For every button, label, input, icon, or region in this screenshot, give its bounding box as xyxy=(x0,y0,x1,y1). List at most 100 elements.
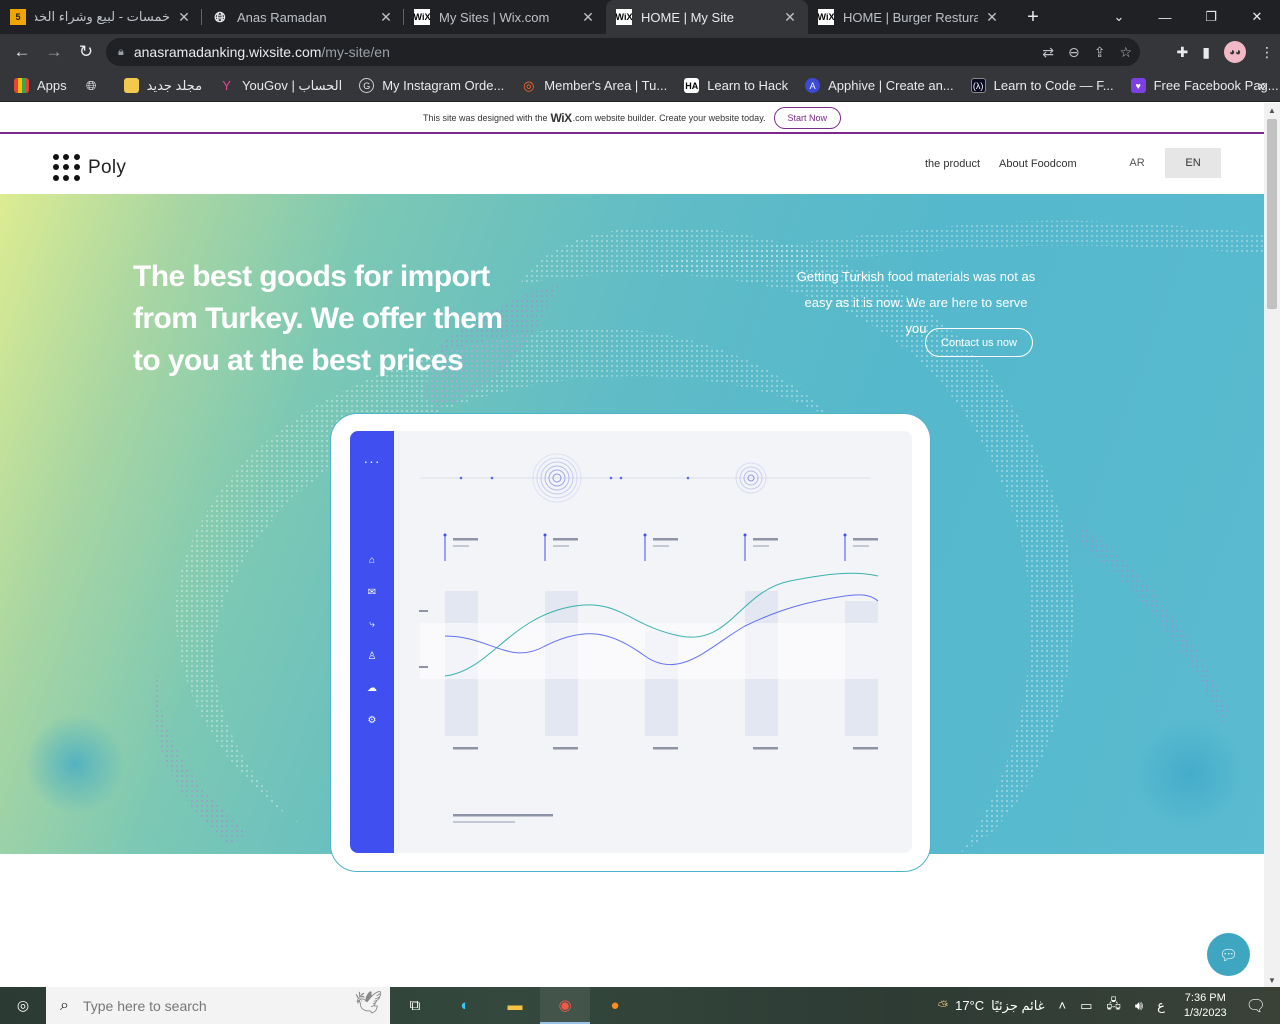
zoom-icon[interactable]: ⊖ xyxy=(1068,44,1080,61)
scroll-down-arrow-icon[interactable]: ▼ xyxy=(1264,973,1280,987)
code-icon: (λ) xyxy=(970,78,986,93)
bookmark-learn-to-code[interactable]: (λ) Learn to Code — F... xyxy=(970,78,1114,93)
bookmark-globe[interactable]: 🌐︎ xyxy=(84,78,107,93)
taskbar-clock[interactable]: 7:36 PM 1/3/2023 xyxy=(1184,991,1227,1021)
volume-icon[interactable]: 🔊︎ xyxy=(1135,998,1143,1014)
logo-dots-icon xyxy=(53,154,81,182)
address-bar[interactable]: 🔒︎ anasramadanking.wixsite.com /my-site/… xyxy=(106,38,1140,66)
firefox-icon[interactable]: ● xyxy=(590,987,640,1024)
weather-temperature[interactable]: 17°C xyxy=(955,998,984,1013)
language-en[interactable]: EN xyxy=(1165,148,1221,178)
tab-home-my-site[interactable]: WiX HOME | My Site ✕ xyxy=(606,0,808,34)
restore-button[interactable]: ❐ xyxy=(1188,0,1234,34)
input-language-indicator[interactable]: ع xyxy=(1157,998,1165,1014)
profile-avatar[interactable]: ◕◕ xyxy=(1224,41,1246,63)
file-explorer-icon[interactable]: ▬ xyxy=(490,987,540,1024)
wix-banner-suffix: .com website builder. Create your websit… xyxy=(572,112,766,123)
instagram-orders-icon: G xyxy=(359,78,375,93)
heart-icon: ♥ xyxy=(1130,78,1146,93)
reload-icon[interactable]: ↻ xyxy=(70,36,102,68)
wix-logo: WiX xyxy=(550,110,573,125)
network-icon[interactable]: 🖧︎ xyxy=(1106,995,1121,1017)
close-tab-icon[interactable]: ✕ xyxy=(378,9,394,26)
extensions-puzzle-icon[interactable]: ✚ xyxy=(1177,44,1189,61)
start-now-button[interactable]: Start Now xyxy=(773,106,842,129)
side-panel-icon[interactable]: ▮ xyxy=(1202,44,1210,61)
chrome-icon[interactable]: ◉ xyxy=(540,987,590,1024)
scroll-up-arrow-icon[interactable]: ▲ xyxy=(1264,103,1280,117)
bookmark-apps[interactable]: Apps xyxy=(14,78,67,93)
bookmark-apphive[interactable]: A Apphive | Create an... xyxy=(805,78,954,93)
tab-khamsat[interactable]: 5 خمسات - لبيع وشراء الخدمات ✕ xyxy=(0,0,202,34)
folder-icon xyxy=(123,78,139,93)
bookmark-label: Member's Area | Tu... xyxy=(544,78,668,93)
wix-favicon-icon: WiX xyxy=(414,9,430,25)
close-tab-icon[interactable]: ✕ xyxy=(782,9,798,26)
yougov-icon: Y xyxy=(222,78,231,93)
bookmark-learn-to-hack[interactable]: HA Learn to Hack xyxy=(684,78,788,93)
menu-item-about-foodcom[interactable]: About Foodcom xyxy=(999,158,1077,170)
new-tab-button[interactable]: + xyxy=(1016,0,1050,34)
close-window-button[interactable]: ✕ xyxy=(1234,0,1280,34)
tab-title: خمسات - لبيع وشراء الخدمات xyxy=(35,9,170,24)
close-tab-icon[interactable]: ✕ xyxy=(580,9,596,26)
translate-icon[interactable]: ⇄ xyxy=(1042,44,1054,61)
cortana-icon[interactable]: ◎ xyxy=(0,987,46,1024)
share-icon[interactable]: ⇪ xyxy=(1094,44,1106,61)
wix-banner: This site was designed with the WiX .com… xyxy=(0,103,1264,134)
tab-search-chevron-icon[interactable]: ⌄ xyxy=(1096,0,1142,34)
page-scrollbar[interactable]: ▲ ▼ xyxy=(1264,103,1280,987)
meet-now-icon[interactable]: ▭ xyxy=(1080,998,1092,1014)
search-highlight-bird-icon: 🕊︎ xyxy=(354,990,382,1015)
bookmark-label: Learn to Hack xyxy=(707,78,789,93)
weather-description[interactable]: غائم جزئيًا xyxy=(991,998,1044,1014)
edge-browser-icon[interactable]: ◐ xyxy=(440,987,490,1024)
dashboard-mockup-image: ··· ⌂ ✉ ⤷ ♙ ☁ ⚙ xyxy=(331,414,930,871)
bookmark-star-icon[interactable]: ☆ xyxy=(1119,44,1132,61)
bookmark-instagram-orders[interactable]: G My Instagram Orde... xyxy=(359,78,504,93)
close-tab-icon[interactable]: ✕ xyxy=(176,9,192,26)
menu-item-the-product[interactable]: the product xyxy=(925,158,980,170)
site-header: Poly the product About Foodcom AR EN xyxy=(0,136,1264,194)
language-ar[interactable]: AR xyxy=(1109,148,1165,178)
lock-icon[interactable]: 🔒︎ xyxy=(118,46,124,59)
menu-kebab-icon[interactable]: ⋮ xyxy=(1260,44,1274,61)
bookmark-members-area[interactable]: ◎ Member's Area | Tu... xyxy=(521,78,668,94)
notifications-icon[interactable]: 🗨︎ xyxy=(1246,996,1266,1016)
bookmark-facebook-pages[interactable]: ♥ Free Facebook Pag... xyxy=(1130,78,1279,93)
search-icon: ⌕ xyxy=(60,996,69,1014)
back-arrow-icon[interactable]: ← xyxy=(6,36,38,68)
browser-tab-strip: 5 خمسات - لبيع وشراء الخدمات ✕ 🌐︎ Anas R… xyxy=(0,0,1280,34)
chat-button[interactable]: 💬︎ xyxy=(1207,933,1250,976)
bookmarks-overflow-icon[interactable]: » xyxy=(1258,77,1266,93)
weather-cloud-icon[interactable]: ⛅︎ xyxy=(938,998,948,1014)
tab-burger-resturant[interactable]: WiX HOME | Burger Resturant ✕ xyxy=(808,0,1010,34)
clock-date: 1/3/2023 xyxy=(1183,1006,1227,1019)
tray-overflow-chevron-icon[interactable]: ˄ xyxy=(1059,998,1067,1013)
tab-title: HOME | My Site xyxy=(641,9,734,25)
hack-icon: HA xyxy=(684,78,700,93)
forward-arrow-icon[interactable]: → xyxy=(38,36,70,68)
windows-taskbar: ◎ ⌕ Type here to search 🕊︎ ⧉ ◐ ▬ ◉ ● ⛅︎ … xyxy=(0,987,1280,1024)
dashboard-illustration xyxy=(419,453,879,823)
bookmark-label: مجلد جديد xyxy=(146,77,203,93)
system-tray: ⛅︎ 17°C غائم جزئيًا ˄ ▭ 🖧︎ 🔊︎ ع 7:36 PM … xyxy=(931,987,1280,1024)
bookmark-folder[interactable]: مجلد جديد xyxy=(123,77,203,94)
page-viewport: This site was designed with the WiX .com… xyxy=(0,103,1264,987)
task-view-icon[interactable]: ⧉ xyxy=(390,987,440,1024)
site-logo[interactable]: Poly xyxy=(53,154,126,182)
wix-favicon-icon: WiX xyxy=(818,9,834,25)
chat-bubble-icon: 💬︎ xyxy=(1218,946,1239,964)
url-domain: anasramadanking.wixsite.com xyxy=(133,44,322,60)
close-tab-icon[interactable]: ✕ xyxy=(984,9,1000,26)
apphive-icon: A xyxy=(805,78,821,93)
bookmark-label: Apps xyxy=(37,78,67,93)
taskbar-search-box[interactable]: ⌕ Type here to search 🕊︎ xyxy=(46,987,390,1024)
tab-my-sites[interactable]: WiX My Sites | Wix.com ✕ xyxy=(404,0,606,34)
scrollbar-thumb[interactable] xyxy=(1267,119,1277,309)
wix-banner-prefix: This site was designed with the xyxy=(422,112,548,123)
bookmark-yougov[interactable]: Y YouGov | الحساب xyxy=(219,78,342,94)
minimize-button[interactable]: — xyxy=(1142,0,1188,34)
tab-anas-ramadan[interactable]: 🌐︎ Anas Ramadan ✕ xyxy=(202,0,404,34)
contact-us-button[interactable]: Contact us now xyxy=(925,328,1033,357)
